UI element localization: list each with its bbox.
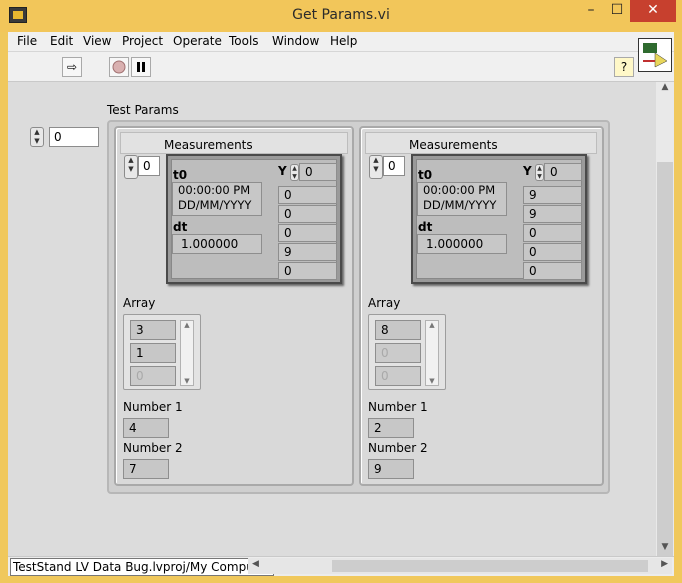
menu-file[interactable]: File xyxy=(17,34,37,48)
y-value: 0 xyxy=(523,224,582,242)
scroll-down-icon[interactable]: ▼ xyxy=(181,377,193,385)
vi-connector-icon[interactable] xyxy=(638,38,672,72)
waveform-display: t0 00:00:00 PM DD/MM/YYYY dt 1.000000 Y ▲… xyxy=(166,154,342,284)
y-index[interactable]: 0 xyxy=(299,163,337,181)
array-indicator: 8 0 0 ▲ ▼ xyxy=(368,314,446,390)
y-index-spinner-icon[interactable]: ▲ ▼ xyxy=(290,164,299,181)
scroll-right-icon[interactable]: ▶ xyxy=(661,559,668,569)
t0-label: t0 xyxy=(418,168,433,182)
title-bar: Get Params.vi – ☐ ✕ xyxy=(0,0,682,32)
menu-help[interactable]: Help xyxy=(330,34,357,48)
array-scrollbar[interactable]: ▲ ▼ xyxy=(180,320,194,386)
y-label: Y xyxy=(278,164,287,178)
horizontal-scrollbar[interactable]: ◀ ▶ xyxy=(248,558,672,574)
number2-label: Number 2 xyxy=(123,441,183,455)
run-arrow-icon[interactable]: ⇨ xyxy=(62,57,82,77)
array-scrollbar[interactable]: ▲ ▼ xyxy=(425,320,439,386)
y-value: 0 xyxy=(278,186,337,204)
measurements-index[interactable]: 0 xyxy=(383,156,405,176)
measurements-index-spinner-icon[interactable]: ▲ ▼ xyxy=(369,155,383,179)
project-path[interactable]: TestStand LV Data Bug.lvproj/My Computer xyxy=(10,558,274,576)
y-value: 0 xyxy=(523,243,582,261)
test-params-label: Test Params xyxy=(107,103,179,117)
array-element: 0 xyxy=(375,366,421,386)
dt-value: 1.000000 xyxy=(172,234,262,254)
dt-label: dt xyxy=(418,220,433,234)
y-index-spinner-icon[interactable]: ▲ ▼ xyxy=(535,164,544,181)
menu-tools[interactable]: Tools xyxy=(229,34,259,48)
y-index[interactable]: 0 xyxy=(544,163,582,181)
y-value: 9 xyxy=(278,243,337,261)
t0-timestamp: 00:00:00 PM DD/MM/YYYY xyxy=(172,182,262,216)
menu-operate[interactable]: Operate xyxy=(173,34,222,48)
array-element: 1 xyxy=(130,343,176,363)
menu-view[interactable]: View xyxy=(83,34,111,48)
menu-edit[interactable]: Edit xyxy=(50,34,73,48)
toolbar: ⇨ ? xyxy=(8,38,674,82)
scroll-down-icon[interactable]: ▼ xyxy=(426,377,438,385)
y-value: 9 xyxy=(523,205,582,223)
index-control[interactable]: 0 xyxy=(49,127,99,147)
array-element: 0 xyxy=(375,343,421,363)
number1-label: Number 1 xyxy=(368,400,428,414)
dt-label: dt xyxy=(173,220,188,234)
scroll-thumb[interactable] xyxy=(332,560,648,572)
array-element: 8 xyxy=(375,320,421,340)
number2-value: 7 xyxy=(123,459,169,479)
scroll-up-icon[interactable]: ▲ xyxy=(426,321,438,329)
test-params-element: Measurements ▲ ▼ 0 t0 00:00:00 PM DD/MM/YY… xyxy=(114,126,354,486)
t0-label: t0 xyxy=(173,168,188,182)
scroll-up-icon[interactable]: ▲ xyxy=(656,82,674,96)
y-value: 0 xyxy=(523,262,582,280)
array-label: Array xyxy=(123,296,156,310)
scroll-thumb[interactable] xyxy=(657,162,673,572)
y-value: 0 xyxy=(278,224,337,242)
array-label: Array xyxy=(368,296,401,310)
number2-label: Number 2 xyxy=(368,441,428,455)
minimize-button[interactable]: – xyxy=(578,0,604,22)
measurements-index-spinner-icon[interactable]: ▲ ▼ xyxy=(124,155,138,179)
waveform-display: t0 00:00:00 PM DD/MM/YYYY dt 1.000000 Y ▲… xyxy=(411,154,587,284)
array-element: 3 xyxy=(130,320,176,340)
number1-label: Number 1 xyxy=(123,400,183,414)
menu-project[interactable]: Project xyxy=(122,34,163,48)
measurements-label: Measurements xyxy=(409,138,498,152)
measurements-index[interactable]: 0 xyxy=(138,156,160,176)
window: Get Params.vi – ☐ ✕ File Edit View Proje… xyxy=(0,0,682,583)
front-panel: ▲ ▼ 0 Test Params Measurements ▲ ▼ 0 t0 00… xyxy=(8,82,656,556)
dt-value: 1.000000 xyxy=(417,234,507,254)
number1-value: 2 xyxy=(368,418,414,438)
test-params-element: Measurements ▲ ▼ 0 t0 00:00:00 PM DD/MM/YY… xyxy=(359,126,604,486)
pause-icon[interactable] xyxy=(131,57,151,77)
scroll-down-icon[interactable]: ▼ xyxy=(656,542,674,556)
menu-bar: File Edit View Project Operate Tools Win… xyxy=(8,32,674,52)
scroll-up-icon[interactable]: ▲ xyxy=(181,321,193,329)
array-indicator: 3 1 0 ▲ ▼ xyxy=(123,314,201,390)
array-element: 0 xyxy=(130,366,176,386)
status-bar: TestStand LV Data Bug.lvproj/My Computer… xyxy=(8,556,674,576)
scroll-left-icon[interactable]: ◀ xyxy=(252,559,259,569)
number2-value: 9 xyxy=(368,459,414,479)
measurements-label: Measurements xyxy=(164,138,253,152)
y-value: 0 xyxy=(278,205,337,223)
y-label: Y xyxy=(523,164,532,178)
number1-value: 4 xyxy=(123,418,169,438)
abort-execution-icon[interactable] xyxy=(109,57,129,77)
menu-window[interactable]: Window xyxy=(272,34,319,48)
vertical-scrollbar[interactable]: ▲ ▼ xyxy=(656,82,674,572)
y-value: 9 xyxy=(523,186,582,204)
y-value: 0 xyxy=(278,262,337,280)
context-help-icon[interactable]: ? xyxy=(614,57,634,77)
t0-timestamp: 00:00:00 PM DD/MM/YYYY xyxy=(417,182,507,216)
maximize-button[interactable]: ☐ xyxy=(604,0,630,22)
close-button[interactable]: ✕ xyxy=(630,0,676,22)
index-spinner-icon[interactable]: ▲ ▼ xyxy=(30,127,44,147)
